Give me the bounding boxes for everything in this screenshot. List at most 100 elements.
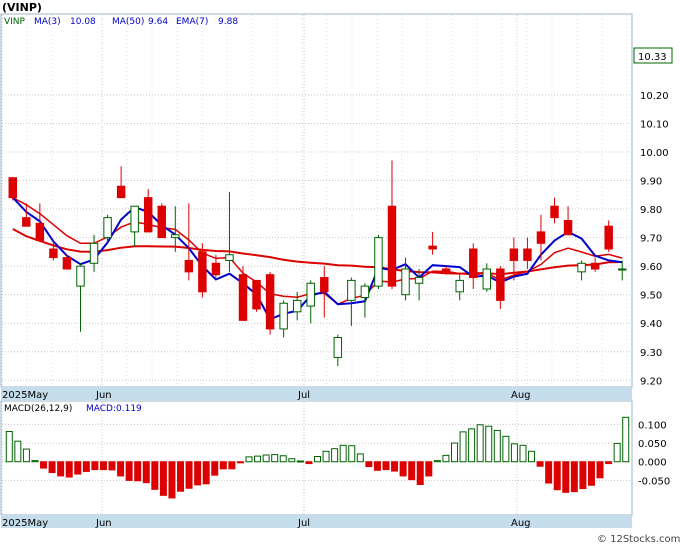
macd-bar-positive (14, 440, 22, 463)
macd-bar-positive (271, 454, 279, 463)
candle-up (89, 242, 99, 264)
candle-up (347, 279, 356, 301)
macd-bar-positive (468, 428, 476, 463)
macd-tick-label: 0.000 (638, 458, 667, 469)
macd-bar-negative (425, 461, 433, 477)
macd-bar-positive (450, 442, 458, 463)
candle-down (35, 222, 45, 241)
price-tick-label: 10.10 (640, 119, 669, 130)
price-tick-label: 9.90 (640, 177, 662, 188)
legend-ma50: MA(50) (112, 17, 144, 27)
macd-bar-positive (296, 460, 304, 463)
candle-up (360, 285, 370, 299)
candle-down (238, 274, 248, 321)
candle-down (469, 248, 478, 279)
candle-down (265, 274, 275, 330)
legend-symbol: VINP (4, 17, 26, 27)
date-label: 2025May (2, 518, 48, 529)
price-tick-label: 9.50 (640, 291, 662, 302)
macd-bar-negative (536, 461, 544, 467)
price-legend: VINP MA(3) 10.08 MA(50) 9.64 EMA(7) 9.88 (4, 17, 238, 27)
macd-bar-negative (159, 461, 167, 496)
macd-bar-negative (40, 461, 48, 469)
candle-up (455, 279, 464, 293)
macd-bar-negative (587, 461, 595, 486)
macd-bar-positive (502, 435, 510, 463)
macd-bar-positive (288, 458, 296, 463)
chart-title: (VINP) (2, 1, 42, 14)
date-label: Aug (511, 390, 531, 401)
date-label: Aug (511, 518, 531, 529)
macd-bar-positive (528, 450, 536, 463)
macd-legend: MACD(26,12,9) MACD:0.119 (4, 404, 142, 414)
macd-bar-negative (553, 461, 561, 491)
macd-bar-positive (613, 442, 621, 463)
macd-bar-negative (408, 461, 416, 481)
svg-text:MACD(26,12,9) MACD:0.119: MACD(26,12,9) MACD:0.119 (4, 404, 142, 414)
candle-down (441, 268, 451, 273)
legend-ma50-value: 9.64 (148, 17, 168, 27)
date-label: Jul (297, 518, 310, 529)
price-tick-label: 9.20 (640, 376, 662, 387)
macd-bar-negative (382, 461, 390, 471)
macd-bar-negative (605, 461, 613, 465)
candle-up (618, 268, 627, 271)
price-tick-label: 9.70 (640, 234, 662, 245)
macd-bar-negative (65, 461, 73, 478)
macd-bar-negative (125, 461, 133, 481)
legend-ema7: EMA(7) (176, 17, 208, 27)
macd-bar-positive (262, 454, 270, 463)
candle-up (414, 277, 424, 284)
candle-down (563, 219, 573, 236)
candle-up (279, 302, 288, 330)
macd-bar-negative (391, 461, 399, 472)
price-tick-label: 9.30 (640, 348, 662, 359)
macd-bar-negative (185, 461, 193, 489)
macd-bar-negative (305, 461, 313, 465)
macd-bar-negative (373, 461, 381, 471)
candle-up (333, 336, 343, 358)
price-tick-label: 10.00 (640, 148, 669, 159)
candle-up (225, 254, 234, 261)
macd-bar-positive (245, 456, 253, 463)
macd-bar-negative (236, 461, 244, 464)
date-label: Jun (95, 390, 112, 401)
svg-text:VINP MA(3) 10.08: VINP MA(3) 10.08 MA(50) 9.64 EMA(7) 9.88 (4, 17, 238, 27)
macd-bar-positive (31, 460, 39, 463)
candle-up (401, 268, 410, 296)
candle-down (157, 205, 166, 239)
macd-bar-negative (57, 461, 65, 477)
candle-down (387, 205, 397, 287)
macd-bar-negative (91, 461, 99, 471)
macd-bar-negative (48, 461, 56, 474)
macd-bar-negative (117, 461, 125, 477)
macd-bar-positive (433, 460, 441, 463)
macd-bar-positive (493, 429, 501, 463)
date-label: Jul (297, 390, 310, 401)
macd-bar-negative (399, 461, 407, 477)
macd-bar-negative (74, 461, 82, 475)
macd-bar-positive (476, 424, 484, 463)
macd-bar-negative (108, 461, 116, 471)
macd-bar-negative (219, 461, 227, 470)
macd-bar-negative (202, 461, 210, 485)
candle-up (482, 268, 492, 290)
candle-down (590, 262, 600, 270)
macd-bar-negative (562, 461, 570, 493)
macd-bar-positive (519, 444, 527, 463)
candle-up (76, 265, 85, 287)
candle-down (116, 185, 126, 199)
macd-bar-negative (151, 461, 159, 490)
macd-bar-positive (348, 445, 356, 463)
macd-bar-positive (339, 444, 347, 463)
macd-bar-negative (365, 461, 373, 468)
candle-down (211, 262, 221, 276)
legend-ema7-value: 9.88 (218, 17, 238, 27)
macd-bar-positive (254, 455, 262, 463)
macd-bar-negative (82, 461, 90, 472)
candle-down (22, 217, 31, 227)
macd-bar-negative (579, 461, 587, 490)
macd-bar-positive (622, 416, 630, 463)
candle-down (428, 245, 437, 250)
macd-tick-label: 0.050 (638, 439, 667, 450)
